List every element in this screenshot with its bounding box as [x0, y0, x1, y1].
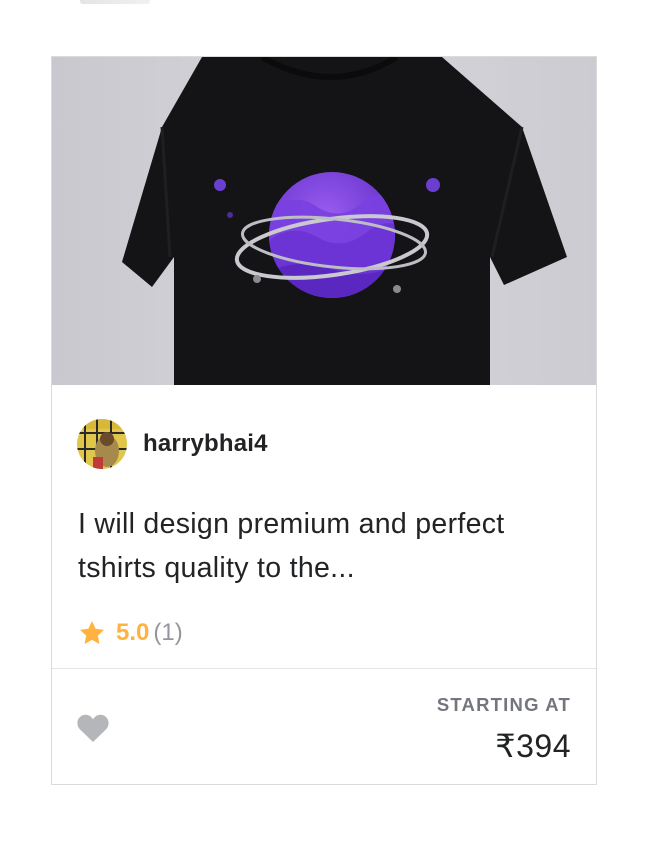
seller-name[interactable]: harrybhai4: [143, 430, 268, 458]
rating-count: (1): [153, 619, 183, 646]
rating-value: 5.0: [116, 619, 150, 646]
gig-card[interactable]: harrybhai4 I will design premium and per…: [51, 56, 597, 785]
gig-title[interactable]: I will design premium and perfect tshirt…: [78, 502, 568, 590]
gig-rating: 5.0 (1): [78, 617, 183, 649]
starting-at-label: STARTING AT: [436, 694, 571, 715]
gig-price[interactable]: ₹394: [495, 727, 571, 765]
seller-avatar[interactable]: [77, 419, 127, 469]
previous-card-fragment: [80, 0, 150, 4]
seller-info: harrybhai4: [77, 419, 268, 469]
heart-icon[interactable]: [76, 713, 110, 743]
star-icon: [79, 621, 105, 644]
card-divider: [52, 668, 596, 669]
gig-thumbnail[interactable]: [52, 57, 596, 385]
